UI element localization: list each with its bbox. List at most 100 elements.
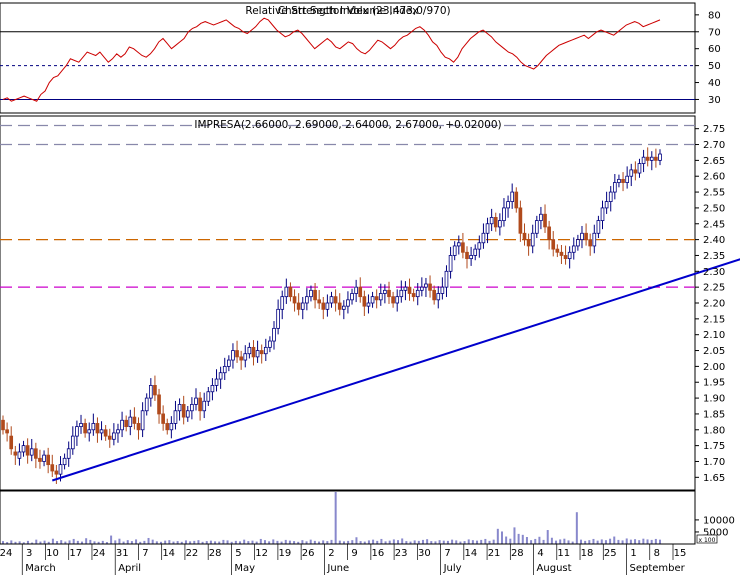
price-candle-body [633,169,638,174]
volume-bar [43,540,46,544]
price-tick-label-2.05: 2.05 [703,346,725,357]
volume-bar [401,538,404,544]
volume-bar [604,540,607,544]
volume-bar [642,538,645,544]
volume-bar [563,538,566,544]
volume-bar [513,527,516,544]
price-candle-body [592,232,597,247]
volume-bar [151,539,154,544]
volume-bar [251,540,254,544]
price-candle-body [551,239,556,250]
price-candle-body [317,299,322,304]
price-candle-body [456,242,461,247]
price-candle-body [461,242,465,253]
rsi-panel-title: Relative Strength Index (23,473,0/970) [245,5,450,17]
price-candle-body [518,207,523,234]
price-candle-body [70,435,75,450]
price-candle-body [448,255,453,272]
volume-bar [110,535,113,544]
x-day-label-30: 30 [418,548,431,559]
price-candle-body [42,454,46,462]
volume-bar [575,512,578,544]
price-candle-body [588,239,593,247]
price-candle-body [432,289,436,301]
rsi-tick-label-60: 60 [708,44,721,55]
price-candle-body [292,296,297,304]
volume-bar [114,540,117,544]
volume-bar [288,540,291,544]
price-candle-body [329,296,334,304]
price-candle-body [58,464,63,475]
x-day-label-2: 2 [328,548,334,559]
price-candle-body [181,404,186,418]
volume-bar [650,539,653,544]
price-candle-body [255,350,260,358]
price-candle-body [403,286,408,291]
price-tick-label-1.65: 1.65 [703,473,725,484]
volume-bar [68,540,71,544]
price-candle-body [370,296,375,304]
price-candle-body [177,404,182,412]
price-candle-body [29,448,34,456]
price-candle-body [239,356,243,361]
price-candle-body [436,293,441,301]
volume-bar [421,539,424,544]
price-candle-body [473,248,478,256]
price-candle-body [259,350,264,355]
x-day-label-14: 14 [464,548,477,559]
price-tick-label-1.85: 1.85 [703,409,725,420]
price-candle-body [124,419,129,428]
volume-bar [118,538,121,544]
volume-bar [322,540,325,544]
price-candle-body [415,289,420,298]
price-candle-body [596,220,601,234]
price-candle-body [66,448,71,459]
volume-bar [596,540,599,544]
price-tick-label-1.75: 1.75 [703,441,725,452]
volume-bar [538,536,541,544]
price-tick-label-1.70: 1.70 [703,457,725,468]
price-tick-label-2.35: 2.35 [703,251,725,262]
price-candle-body [34,448,38,459]
price-candle-body [493,217,498,228]
price-candle-body [144,397,149,412]
price-candle-body [38,457,42,462]
volume-bar [367,540,370,544]
volume-bar [480,539,483,544]
price-tick-label-2.55: 2.55 [703,188,725,199]
volume-bar [392,539,395,544]
volume-bar [521,534,524,544]
price-candle-body [95,423,100,434]
price-candle-body [485,223,490,234]
volume-bar [164,540,167,544]
price-candle-body [305,296,309,304]
rsi-tick-label-40: 40 [708,78,721,89]
rsi-tick-label-70: 70 [708,27,721,38]
x-day-label-24: 24 [93,548,106,559]
volume-bar [588,540,591,544]
price-candle-body [251,346,256,358]
price-candle-body [165,423,170,431]
price-candle-body [621,178,625,183]
x-day-label-28: 28 [209,548,222,559]
price-candle-body [452,245,457,256]
x-day-label-25: 25 [604,548,617,559]
volume-bar [35,539,38,544]
price-tick-label-2.30: 2.30 [703,267,725,278]
x-day-label-14: 14 [162,548,175,559]
price-candle-body [17,451,22,459]
price-candle-body [608,191,613,202]
price-candle-body [185,410,190,418]
volume-bar [209,540,212,544]
volume-bar [629,539,632,544]
price-candle-body [658,153,662,161]
x-day-label-19: 19 [279,548,292,559]
price-candle-body [522,232,527,241]
price-candle-body [333,296,338,304]
volume-bar [442,540,445,544]
x-day-label-7: 7 [444,548,450,559]
price-candle-body [539,213,543,221]
volume-bar [476,540,479,544]
price-candle-body [62,457,67,466]
price-tick-label-2.15: 2.15 [703,314,725,325]
